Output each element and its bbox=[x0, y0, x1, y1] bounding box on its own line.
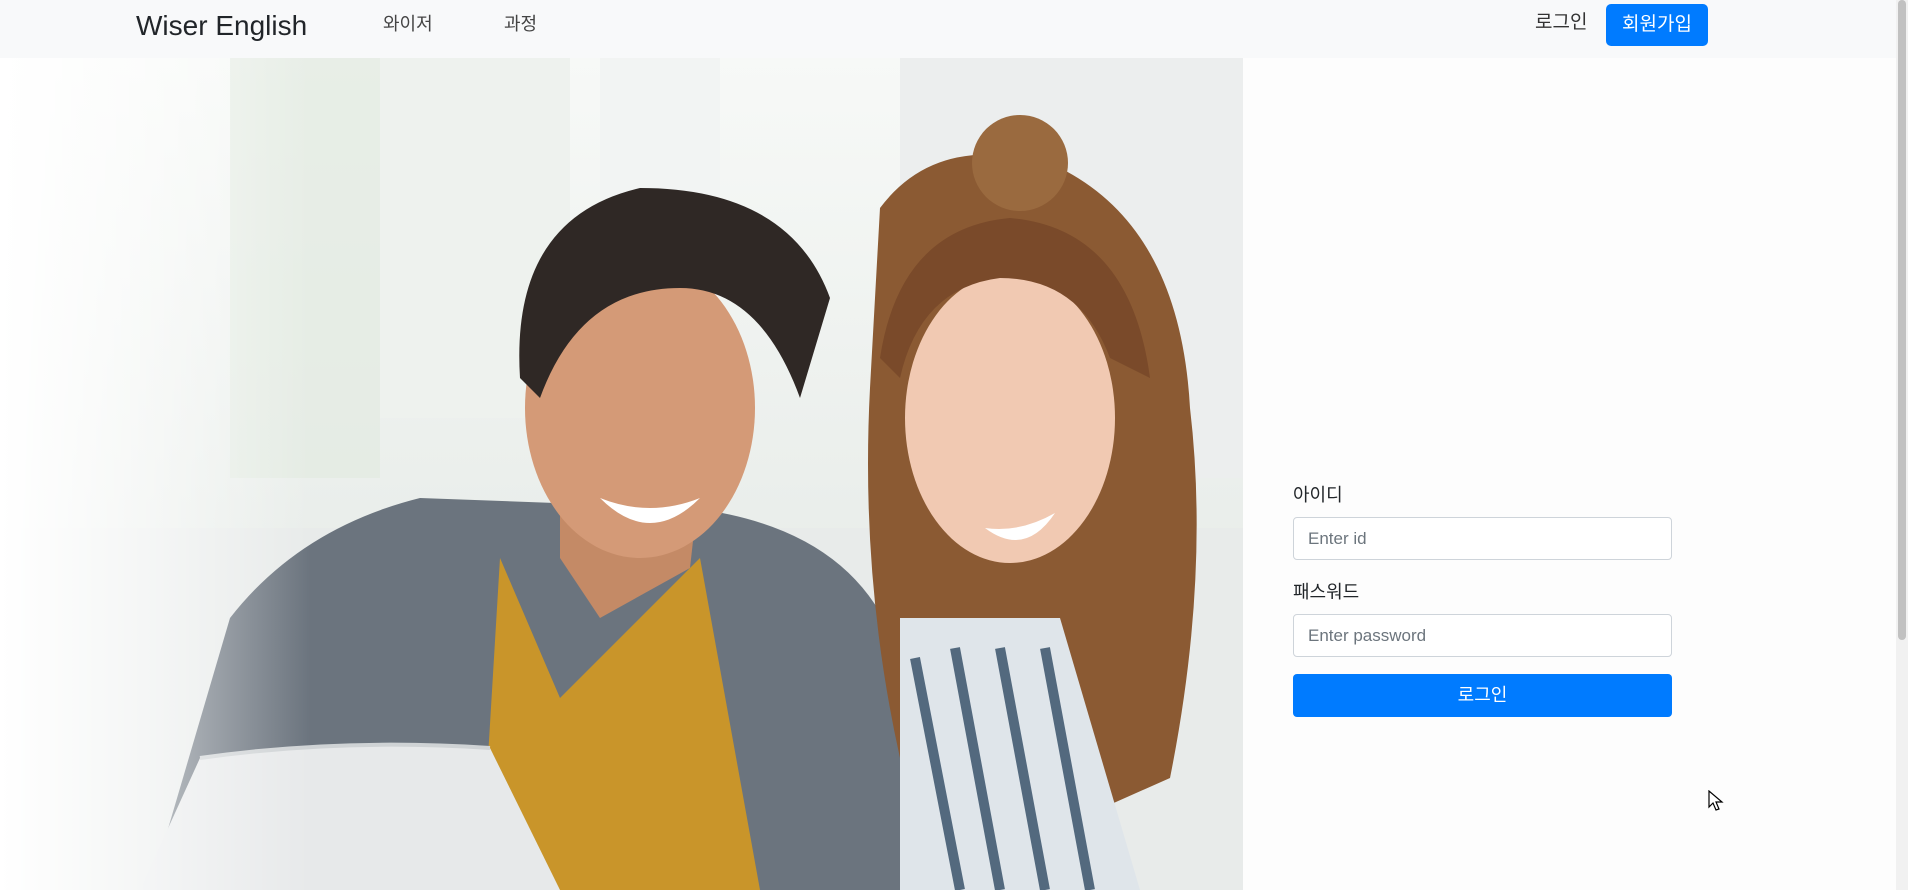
nav-link-wiser[interactable]: 와이저 bbox=[383, 12, 433, 36]
login-submit-button[interactable]: 로그인 bbox=[1293, 674, 1672, 717]
id-input[interactable] bbox=[1293, 517, 1672, 560]
brand-logo[interactable]: Wiser English bbox=[136, 10, 307, 42]
hero-image bbox=[0, 58, 1243, 890]
id-label: 아이디 bbox=[1293, 485, 1343, 505]
nav-login-link[interactable]: 로그인 bbox=[1535, 11, 1587, 35]
password-label: 패스워드 bbox=[1293, 582, 1360, 602]
students-laptop-illustration bbox=[0, 58, 1243, 890]
top-navbar: Wiser English 와이저 과정 로그인 회원가입 bbox=[0, 0, 1896, 58]
login-panel bbox=[1243, 58, 1896, 890]
scrollbar-thumb[interactable] bbox=[1898, 0, 1906, 640]
nav-link-course[interactable]: 과정 bbox=[504, 12, 537, 36]
mouse-cursor-icon bbox=[1708, 789, 1724, 817]
password-input[interactable] bbox=[1293, 614, 1672, 657]
signup-button[interactable]: 회원가입 bbox=[1606, 4, 1708, 46]
page-scrollbar[interactable] bbox=[1896, 0, 1908, 890]
